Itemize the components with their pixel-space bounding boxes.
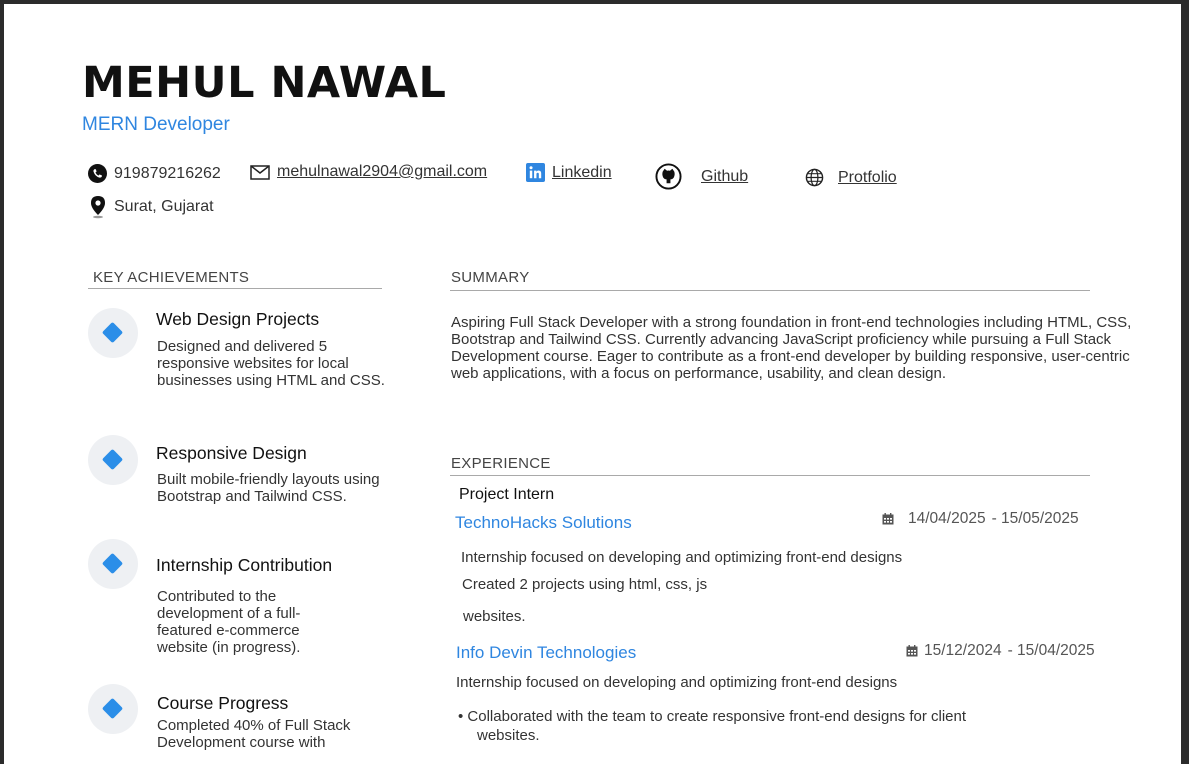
summary-text: Aspiring Full Stack Developer with a str… (451, 314, 1132, 382)
contact-portfolio[interactable]: Protfolio (805, 168, 897, 187)
job-line: Created 2 projects using html, css, js (462, 576, 708, 593)
contact-email[interactable]: mehulnawal2904@gmail.com (250, 163, 487, 181)
job-dates: 15/12/2024 - 15/04/2025 (906, 642, 1095, 660)
achievement-text: Contributed to the development of a full… (157, 588, 301, 656)
job-description: Internship focused on developing and opt… (456, 674, 898, 691)
achievements-heading: KEY ACHIEVEMENTS (93, 269, 250, 286)
diamond-icon (88, 684, 138, 734)
job-dates: 14/04/2025 - 15/05/2025 (882, 510, 1079, 528)
end-date: - 15/04/2025 (1007, 642, 1095, 659)
experience-divider (450, 475, 1090, 476)
achievement-text: Built mobile-friendly layouts using Boot… (157, 471, 380, 505)
email-link[interactable]: mehulnawal2904@gmail.com (277, 163, 487, 181)
phone-number: 919879216262 (114, 164, 221, 182)
company-name: Info Devin Technologies (456, 643, 637, 662)
linkedin-icon (526, 163, 545, 182)
achievement-title: Web Design Projects (156, 309, 320, 329)
summary-divider (450, 290, 1090, 291)
github-link[interactable]: Github (701, 168, 748, 186)
contact-location: Surat, Gujarat (89, 195, 214, 219)
start-date: 14/04/2025 (908, 510, 986, 527)
achievements-divider (88, 288, 382, 289)
contact-linkedin[interactable]: Linkedin (526, 163, 612, 182)
location-text: Surat, Gujarat (114, 198, 214, 215)
end-date: - 15/05/2025 (991, 510, 1079, 527)
github-icon (655, 163, 682, 190)
job-line: Internship focused on developing and opt… (461, 549, 903, 566)
portfolio-link[interactable]: Protfolio (838, 169, 897, 187)
calendar-icon (882, 513, 894, 525)
job-bullet-continuation: websites. (477, 727, 540, 744)
phone-icon (88, 164, 107, 183)
candidate-name: MEHUL NAWAL (82, 58, 447, 108)
contact-phone: 919879216262 (88, 164, 221, 183)
location-pin-icon (89, 195, 107, 219)
globe-icon (805, 168, 824, 187)
diamond-icon (88, 435, 138, 485)
achievement-text: Completed 40% of Full Stack Development … (157, 717, 351, 751)
achievement-text: Designed and delivered 5 responsive webs… (157, 338, 385, 389)
diamond-icon (88, 539, 138, 589)
summary-heading: SUMMARY (451, 269, 530, 286)
job-line: websites. (463, 608, 526, 625)
achievement-title: Responsive Design (156, 443, 307, 463)
contact-github[interactable]: Github (655, 163, 748, 190)
job-position: Project Intern (459, 486, 555, 503)
job-bullet: • Collaborated with the team to create r… (458, 708, 967, 725)
candidate-role: MERN Developer (82, 114, 230, 135)
company-name: TechnoHacks Solutions (455, 513, 632, 532)
start-date: 15/12/2024 (924, 642, 1002, 659)
resume-page: MEHUL NAWAL MERN Developer 919879216262 … (4, 4, 1181, 764)
job-bullet-text: Collaborated with the team to create res… (467, 708, 967, 725)
mail-icon (250, 164, 270, 180)
experience-heading: EXPERIENCE (451, 455, 551, 472)
diamond-icon (88, 308, 138, 358)
achievement-title: Internship Contribution (156, 555, 333, 575)
achievement-title: Course Progress (157, 693, 289, 713)
calendar-icon (906, 645, 918, 657)
linkedin-link[interactable]: Linkedin (552, 164, 612, 182)
